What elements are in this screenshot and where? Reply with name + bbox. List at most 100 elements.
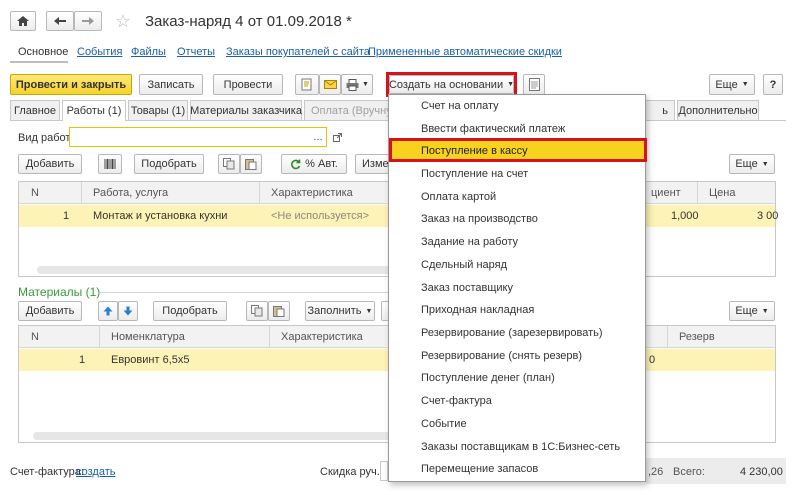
refresh-icon (291, 159, 301, 169)
invoice-create-link[interactable]: создать (76, 466, 115, 478)
row-qty: 0 (649, 354, 656, 366)
col-work: Работа, услуга (93, 187, 169, 199)
materials-more-label: Еще (735, 305, 758, 317)
help-button[interactable]: ? (763, 74, 783, 95)
structure-button[interactable] (523, 74, 545, 95)
nav-site-orders[interactable]: Заказы покупателей с сайта (226, 46, 370, 58)
works-pick-button[interactable]: Подобрать (134, 154, 204, 174)
tab-works[interactable]: Работы (1) (62, 100, 126, 121)
works-more-label: Еще (735, 158, 758, 170)
works-pct-auto-button[interactable]: % Авт. (281, 154, 347, 174)
menu-item-work-task[interactable]: Задание на работу (421, 236, 518, 248)
tab-customer-materials[interactable]: Материалы заказчика (190, 100, 302, 120)
arrow-left-icon (54, 17, 66, 25)
row-price: 3 00 (757, 210, 779, 222)
menu-item-event[interactable]: Событие (421, 418, 467, 430)
move-up-button[interactable] (98, 301, 118, 321)
menu-item-invoice[interactable]: Счет-фактура (421, 395, 492, 407)
works-pct-auto-label: % Авт. (305, 158, 338, 170)
menu-item-piece-work-order[interactable]: Сдельный наряд (421, 259, 507, 271)
favorite-star-icon[interactable]: ☆ (113, 11, 133, 31)
menu-item-payment-invoice[interactable]: Счет на оплату (421, 100, 499, 112)
print-button[interactable]: ▼ (341, 74, 373, 95)
work-kind-dropdown[interactable]: … (310, 128, 326, 146)
menu-item-enter-actual-payment[interactable]: Ввести фактический платеж (421, 123, 565, 135)
col-price: Цена (709, 187, 736, 199)
works-barcode-button[interactable] (98, 154, 122, 174)
materials-hscrollbar[interactable] (33, 432, 433, 440)
materials-more-button[interactable]: Еще ▼ (729, 301, 775, 321)
row-characteristic: <Не используется> (271, 210, 370, 222)
works-more-button[interactable]: Еще ▼ (729, 154, 775, 174)
more-button[interactable]: Еще ▼ (709, 74, 755, 95)
post-button[interactable]: Провести (213, 74, 283, 95)
menu-item-supplier-order[interactable]: Заказ поставщику (421, 282, 513, 294)
col-item: Номенклатура (111, 331, 185, 343)
tab-main[interactable]: Главное (10, 100, 60, 120)
menu-item-business-network-orders[interactable]: Заказы поставщикам в 1С:Бизнес-сеть (421, 441, 620, 453)
attach-document-button[interactable] (295, 74, 319, 95)
chevron-down-icon: ▼ (741, 81, 749, 88)
move-down-button[interactable] (118, 301, 138, 321)
menu-item-stock-transfer[interactable]: Перемещение запасов (421, 463, 538, 475)
home-icon (17, 16, 29, 26)
row-n: 1 (63, 210, 70, 222)
row-n: 1 (79, 354, 86, 366)
work-kind-open[interactable] (328, 128, 346, 146)
nav-auto-discounts[interactable]: Примененные автоматические скидки (368, 46, 562, 58)
email-button[interactable] (319, 74, 341, 95)
paste-icon (245, 159, 257, 170)
tab-payment[interactable]: Оплата (Вручную) (304, 100, 390, 120)
work-kind-field[interactable] (69, 127, 327, 147)
paste-icon (273, 306, 285, 317)
materials-fill-button[interactable]: Заполнить ▼ (305, 301, 375, 321)
menu-item-account-receipt[interactable]: Поступление на счет (421, 168, 528, 180)
back-button[interactable] (46, 11, 74, 31)
col-coef: циент (651, 187, 681, 199)
more-label: Еще (715, 78, 738, 91)
copy-icon (223, 158, 235, 170)
envelope-icon (323, 80, 337, 89)
tab-hidden-partial[interactable]: ь (645, 100, 675, 120)
menu-item-planned-money-receipt[interactable]: Поступление денег (план) (421, 372, 555, 384)
works-copy-button[interactable] (218, 154, 240, 174)
tab-additional[interactable]: Дополнительно (677, 100, 759, 120)
tab-goods[interactable]: Товары (1) (128, 100, 188, 120)
col-n: N (31, 331, 39, 343)
menu-item-cash-receipt[interactable]: Поступление в кассу (421, 145, 528, 157)
menu-item-production-order[interactable]: Заказ на производство (421, 213, 538, 225)
works-change-button[interactable]: Изме (355, 154, 389, 174)
menu-item-reserve[interactable]: Резервирование (зарезервировать) (421, 327, 603, 339)
forward-button[interactable] (74, 11, 102, 31)
discount-field[interactable] (380, 461, 388, 481)
works-hscrollbar[interactable] (37, 266, 417, 274)
materials-paste-button[interactable] (268, 301, 290, 321)
total-label: Всего: (673, 466, 705, 478)
col-characteristic: Характеристика (281, 331, 363, 343)
row-coef: 1,000 (671, 210, 699, 222)
work-kind-label: Вид работ: (18, 132, 74, 144)
col-n: N (31, 187, 39, 199)
works-add-button[interactable]: Добавить (18, 154, 82, 174)
save-button[interactable]: Записать (139, 74, 203, 95)
materials-fill-label: Заполнить (307, 305, 362, 317)
materials-add-button[interactable]: Добавить (18, 301, 82, 321)
menu-item-receipt-invoice[interactable]: Приходная накладная (421, 304, 534, 316)
chevron-down-icon: ▼ (365, 307, 373, 315)
materials-pick-button[interactable]: Подобрать (153, 301, 227, 321)
chevron-down-icon: ▼ (761, 307, 769, 315)
discount-tail: ,26 (648, 466, 664, 478)
nav-reports[interactable]: Отчеты (177, 46, 215, 58)
chevron-down-icon: ▼ (761, 160, 769, 168)
materials-copy-button[interactable] (246, 301, 268, 321)
menu-item-card-payment[interactable]: Оплата картой (421, 191, 496, 203)
nav-events[interactable]: События (77, 46, 122, 58)
menu-item-unreserve[interactable]: Резервирование (снять резерв) (421, 350, 582, 362)
post-and-close-button[interactable]: Провести и закрыть (10, 74, 132, 95)
works-change-label: Изме (362, 158, 389, 170)
nav-files[interactable]: Файлы (131, 46, 166, 58)
nav-main[interactable]: Основное (18, 46, 68, 58)
home-button[interactable] (10, 11, 36, 31)
arrow-down-icon (123, 306, 133, 316)
works-paste-button[interactable] (240, 154, 262, 174)
